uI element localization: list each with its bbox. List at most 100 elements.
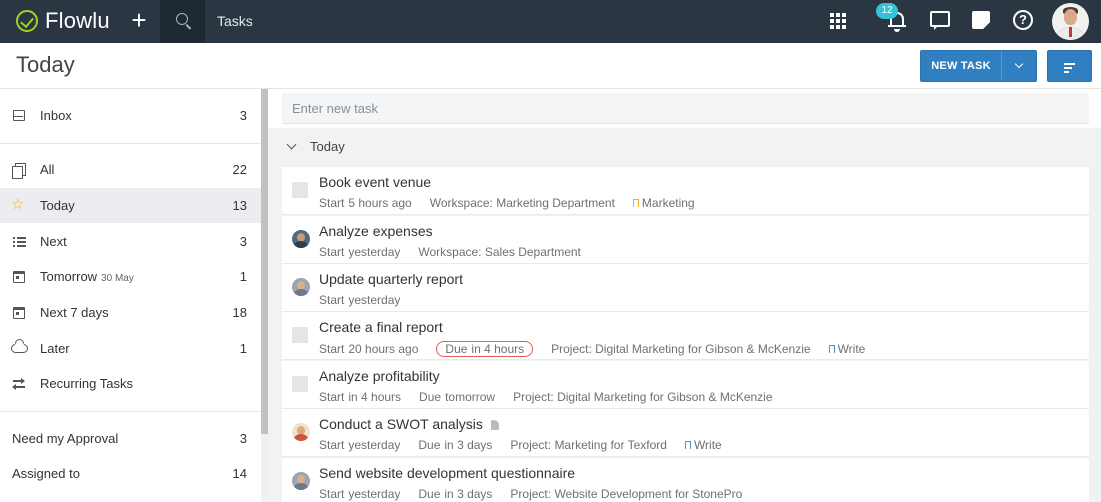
task-meta: Start yesterday Workspace: Sales Departme… (319, 245, 581, 259)
sidebar-item-all[interactable]: All 22 (0, 152, 261, 187)
task-title[interactable]: Conduct a SWOT analysis (319, 416, 499, 432)
task-start: yesterday (348, 487, 401, 501)
sidebar-item-label: Need my Approval (12, 431, 119, 446)
sidebar-item-count: 3 (239, 431, 247, 446)
bookmark-icon (828, 345, 835, 356)
sidebar-item-label: Tomorrow 30 May (40, 269, 134, 284)
task-title[interactable]: Analyze expenses (319, 223, 433, 239)
sidebar-item-count: 14 (232, 466, 247, 481)
task-meta: Start 5 hours ago Workspace: Marketing De… (319, 196, 695, 210)
sidebar-item-count: 1 (239, 269, 247, 284)
sidebar-item-recurring-tasks[interactable]: Recurring Tasks (0, 366, 261, 401)
task-context[interactable]: Workspace: Marketing Department (430, 196, 615, 210)
sidebar-item-count: 1 (239, 341, 247, 356)
task-context[interactable]: Project: Website Development for StonePr… (510, 487, 742, 501)
task-row[interactable]: Update quarterly report Start yesterday (282, 264, 1089, 312)
task-row[interactable]: Analyze profitability Start in 4 hours Du… (282, 361, 1089, 409)
page-title: Today (16, 52, 75, 77)
sidebar-item-later[interactable]: Later 1 (0, 331, 261, 366)
calendar-icon (13, 271, 25, 283)
sidebar-divider (0, 143, 261, 144)
task-tag[interactable]: Write (828, 342, 865, 356)
new-task-button[interactable]: NEW TASK (920, 50, 1037, 82)
search-button[interactable] (160, 0, 205, 43)
chevron-down-icon[interactable] (286, 139, 297, 150)
notifications-badge[interactable]: 12 (876, 3, 898, 19)
task-title[interactable]: Update quarterly report (319, 271, 463, 287)
section-label: Today (310, 139, 345, 154)
help-icon[interactable]: ? (1013, 10, 1033, 30)
sidebar-item-today[interactable]: ☆ Today 13 (0, 188, 261, 223)
notes-icon[interactable] (972, 11, 990, 29)
attachment-icon (490, 420, 499, 431)
sidebar-item-next[interactable]: Next 3 (0, 224, 261, 259)
task-start: 20 hours ago (348, 342, 419, 356)
bookmark-icon (684, 441, 691, 452)
task-row[interactable]: Book event venue Start 5 hours ago Worksp… (282, 167, 1089, 215)
assignee-avatar[interactable] (292, 230, 310, 248)
task-tag[interactable]: Write (684, 438, 722, 452)
apps-grid-icon[interactable] (830, 13, 846, 29)
list-icon (12, 235, 26, 249)
sidebar-item-label: Today (40, 198, 75, 213)
task-title[interactable]: Send website development questionnaire (319, 465, 575, 481)
task-row[interactable]: Create a final report Start 20 hours ago … (282, 312, 1089, 360)
task-title[interactable]: Analyze profitability (319, 368, 440, 384)
sidebar-item-next-7-days[interactable]: Next 7 days 18 (0, 295, 261, 330)
task-start: yesterday (348, 438, 401, 452)
task-title[interactable]: Create a final report (319, 319, 443, 335)
task-due: in 3 days (444, 487, 493, 501)
star-icon: ☆ (11, 196, 25, 213)
task-row[interactable]: Send website development questionnaire S… (282, 458, 1089, 502)
task-row[interactable]: Analyze expenses Start yesterday Workspac… (282, 216, 1089, 264)
logo[interactable]: Flowlu (16, 8, 110, 34)
task-checkbox[interactable] (292, 376, 308, 392)
inbox-icon (13, 110, 25, 121)
chevron-down-icon[interactable] (1002, 51, 1037, 81)
section-today-header[interactable]: Today (282, 133, 1089, 161)
top-bar: Flowlu + Tasks 12 ? (0, 0, 1101, 43)
assignee-avatar[interactable] (292, 423, 310, 441)
app-name: Flowlu (45, 8, 110, 33)
sidebar-item-count: 18 (232, 305, 247, 320)
task-row[interactable]: Conduct a SWOT analysis Start yesterday D… (282, 409, 1089, 457)
task-title[interactable]: Book event venue (319, 174, 431, 190)
quick-add-button[interactable]: + (126, 6, 152, 36)
sort-button[interactable] (1047, 50, 1092, 82)
user-avatar[interactable] (1052, 3, 1089, 40)
task-context[interactable]: Project: Digital Marketing for Gibson & … (513, 390, 772, 404)
calendar-week-icon (13, 307, 25, 319)
sidebar-item-count: 13 (232, 198, 247, 213)
sidebar-divider (0, 411, 261, 412)
task-meta: Start yesterday Due in 3 days Project: Web… (319, 487, 743, 501)
sidebar-item-date: 30 May (101, 273, 134, 284)
sidebar-item-label: Recurring Tasks (40, 376, 133, 391)
sidebar-item-tomorrow[interactable]: Tomorrow 30 May 1 (0, 259, 261, 294)
breadcrumb[interactable]: Tasks (217, 13, 253, 29)
sidebar-item-count: 22 (232, 162, 247, 177)
sidebar-item-label: Inbox (40, 108, 72, 123)
bookmark-icon (632, 199, 639, 210)
task-context[interactable]: Project: Digital Marketing for Gibson & … (551, 342, 810, 356)
sidebar-scrollbar[interactable] (261, 89, 268, 502)
task-checkbox[interactable] (292, 182, 308, 198)
new-task-label: NEW TASK (931, 60, 991, 72)
task-context[interactable]: Workspace: Sales Department (418, 245, 581, 259)
task-context[interactable]: Project: Marketing for Texford (510, 438, 667, 452)
task-start: yesterday (348, 245, 401, 259)
assignee-avatar[interactable] (292, 278, 310, 296)
task-start: 5 hours ago (348, 196, 412, 210)
sidebar-scrollbar-thumb[interactable] (261, 89, 268, 434)
sidebar-item-need-my-approval[interactable]: Need my Approval 3 (0, 421, 261, 456)
new-task-input[interactable] (282, 93, 1089, 124)
task-checkbox[interactable] (292, 327, 308, 343)
assignee-avatar[interactable] (292, 472, 310, 490)
sidebar: Inbox 3 All 22 ☆ Today 13 Next 3 Tomorro… (0, 89, 261, 502)
sidebar-item-label: All (40, 162, 55, 177)
sidebar-item-inbox[interactable]: Inbox 3 (0, 98, 261, 133)
search-icon (176, 13, 188, 25)
task-tag[interactable]: Marketing (632, 196, 695, 210)
sidebar-item-assigned-to[interactable]: Assigned to 14 (0, 456, 261, 491)
chat-icon[interactable] (930, 11, 950, 30)
task-start: in 4 hours (348, 390, 402, 404)
